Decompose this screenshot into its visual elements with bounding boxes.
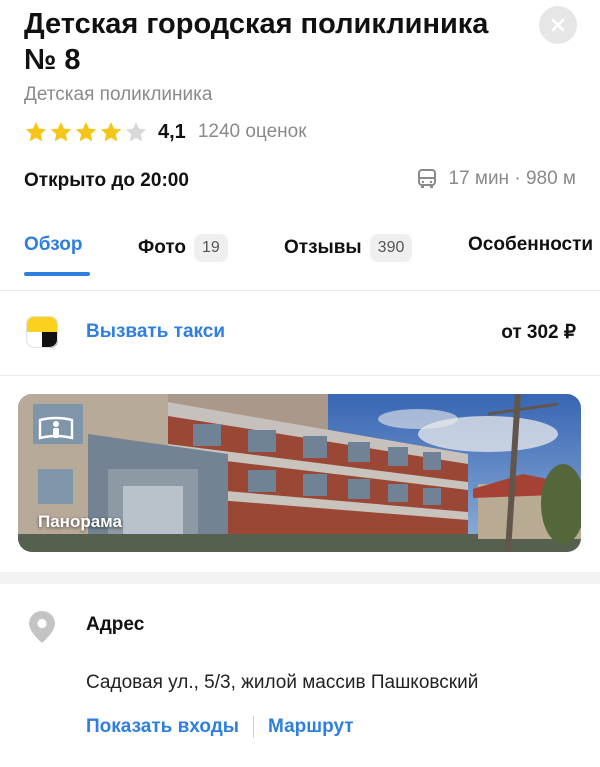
- transit-info[interactable]: 17 мин · 980 м: [416, 168, 576, 190]
- tab-label: Отзывы: [284, 237, 362, 258]
- star-icon: [25, 122, 47, 142]
- panorama-icon: [38, 416, 74, 440]
- star-icon: [50, 122, 72, 142]
- divider: [0, 375, 600, 376]
- yandex-taxi-icon: [26, 316, 58, 348]
- transit-dot: ·: [509, 168, 526, 189]
- tab-label: Обзор: [24, 234, 83, 255]
- close-button[interactable]: [539, 6, 577, 44]
- show-entrances-link[interactable]: Показать входы: [86, 716, 239, 738]
- address-actions: Показать входы Маршрут: [86, 716, 354, 738]
- panorama-preview[interactable]: Панорама: [18, 394, 581, 552]
- open-status: Открыто до 20:00: [24, 170, 189, 191]
- ratings-count[interactable]: 1240 оценок: [198, 121, 307, 143]
- star-icon: [100, 122, 122, 142]
- tab-features[interactable]: Особенности: [468, 234, 593, 256]
- link-separator: [253, 716, 255, 738]
- tab-badge: 19: [194, 234, 228, 262]
- tab-reviews[interactable]: Отзывы 390: [284, 234, 413, 262]
- bus-icon: [416, 168, 438, 190]
- divider: [0, 290, 600, 291]
- location-pin-icon: [29, 611, 55, 643]
- call-taxi-button[interactable]: Вызвать такси: [86, 321, 225, 343]
- section-separator: [0, 572, 600, 584]
- star-icon: [75, 122, 97, 142]
- taxi-price: от 302 ₽: [501, 322, 576, 343]
- tab-label: Фото: [138, 237, 187, 258]
- rating-row[interactable]: 4,1 1240 оценок: [24, 118, 307, 146]
- tab-label: Особенности: [468, 234, 594, 255]
- address-value[interactable]: Садовая ул., 5/3, жилой массив Пашковски…: [86, 672, 478, 694]
- rating-stars: [24, 120, 148, 144]
- close-icon: [551, 18, 565, 32]
- tab-bar: Обзор Фото 19 Отзывы 390 Особенности: [24, 228, 600, 278]
- panorama-label: Панорама: [38, 512, 122, 531]
- place-category: Детская поликлиника: [24, 84, 213, 105]
- tab-photos[interactable]: Фото 19: [138, 234, 228, 262]
- place-title: Детская городская поликлиника № 8: [24, 8, 489, 76]
- tab-badge: 390: [369, 234, 413, 262]
- tab-overview[interactable]: Обзор: [24, 234, 82, 256]
- transit-time: 17 мин: [448, 168, 510, 189]
- rating-value: 4,1: [158, 120, 186, 143]
- address-heading: Адрес: [86, 614, 145, 635]
- star-empty-icon: [125, 122, 147, 142]
- route-link[interactable]: Маршрут: [268, 716, 354, 738]
- distance: 980 м: [525, 168, 576, 189]
- active-tab-indicator: [24, 272, 90, 276]
